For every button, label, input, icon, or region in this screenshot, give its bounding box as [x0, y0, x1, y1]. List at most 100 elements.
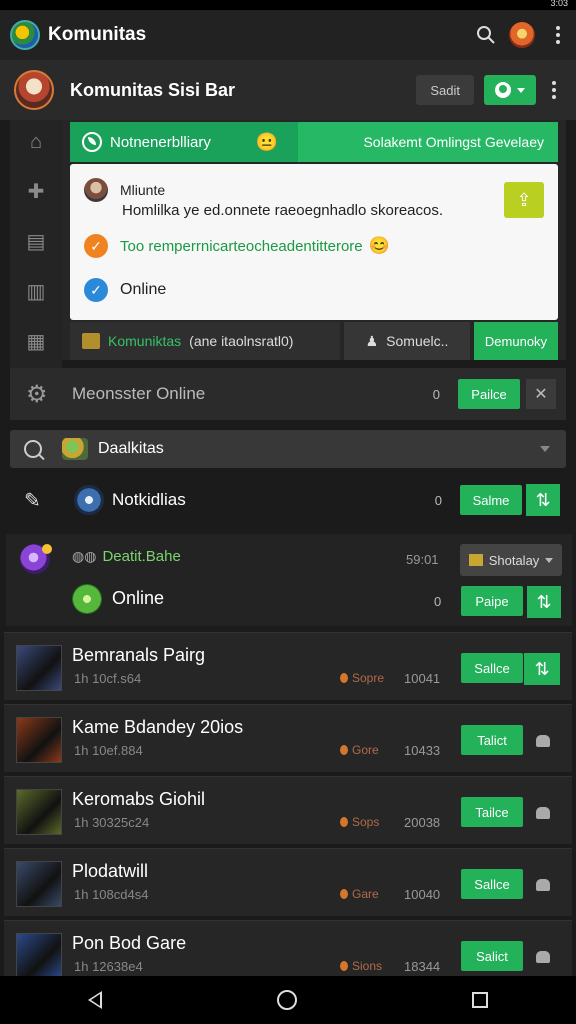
package-icon: [468, 554, 483, 566]
game-row[interactable]: Kame Bdandey 20ios 1h 10ef.884 Gore 1043…: [4, 704, 572, 772]
puzzle-icon[interactable]: ✚: [25, 182, 47, 202]
online-block-dropdown[interactable]: Shotalay: [460, 544, 562, 576]
community-avatar[interactable]: [14, 70, 54, 110]
search-icon[interactable]: [468, 17, 504, 53]
tag-dot-icon: [340, 673, 348, 683]
lock-icon[interactable]: [536, 735, 550, 747]
online-icon: [72, 584, 102, 614]
chat-icon[interactable]: ▦: [25, 332, 47, 352]
online-block-title-row: ◍◍ Deatit.Bahe: [72, 548, 181, 565]
app-title: Komunitas: [48, 24, 147, 45]
game-subtitle: 1h 12638e4: [74, 959, 143, 974]
card-title-row: Mliunte: [84, 178, 165, 202]
game-name: Bemranals Pairg: [72, 645, 206, 665]
home-button-icon[interactable]: [276, 990, 297, 1010]
game-row[interactable]: Bemranals Pairg 1h 10cf.s64 Sopre 10041 …: [4, 632, 572, 700]
game-tag: Sions: [340, 959, 382, 973]
tab-komunitas[interactable]: Komuniktas (ane itaolnsratl0): [70, 322, 340, 360]
game-row[interactable]: Keromabs Giohil 1h 30325c24 Sops 20038 T…: [4, 776, 572, 844]
recents-icon[interactable]: [472, 992, 489, 1008]
globe-dropdown-button[interactable]: [484, 75, 536, 105]
online-block-title: Deatit.Bahe: [102, 548, 181, 565]
add-button[interactable]: ⇅: [527, 586, 561, 618]
close-icon[interactable]: ✕: [526, 379, 556, 409]
community-header: Komunitas Sisi Bar Sadit: [0, 60, 576, 120]
online-actions: Paipe ⇅: [461, 586, 576, 618]
game-action-button[interactable]: Sallce: [461, 869, 523, 899]
back-icon[interactable]: [87, 991, 102, 1009]
app-logo-icon: [10, 20, 40, 50]
overflow-menu-icon[interactable]: [540, 17, 576, 53]
home-icon[interactable]: ⌂: [25, 132, 47, 152]
orange-check-icon: ✓: [84, 234, 108, 258]
add-button[interactable]: ⇅: [526, 484, 560, 516]
gamepad-icon: ◍◍: [72, 548, 97, 564]
game-thumbnail: [16, 717, 62, 763]
happy-emoji-icon: 😊: [368, 236, 390, 255]
banner[interactable]: Notnenerblliary 😐 Solakemt Omlingst Geve…: [70, 122, 558, 162]
settings-row: ⚙ Meonsster Online 0 Pailce ✕: [10, 368, 566, 420]
edit-icon[interactable]: ✎: [24, 488, 46, 513]
blue-check-icon: ✓: [84, 278, 108, 302]
game-tag-label: Sopre: [352, 671, 385, 685]
trophy-icon[interactable]: ▥: [25, 282, 47, 302]
game-tag: Sops: [340, 815, 379, 829]
game-subtitle: 1h 108cd4s4: [74, 887, 149, 902]
card-online-row[interactable]: ✓ Online: [84, 278, 166, 302]
add-button[interactable]: ⇅: [524, 653, 560, 685]
search-dropdown[interactable]: Daalkitas: [10, 430, 566, 468]
game-row[interactable]: Plodatwill 1h 108cd4s4 Gare 10040 Sallce: [4, 848, 572, 916]
game-action-button[interactable]: Talict: [461, 725, 523, 755]
online-block: ◍◍ Deatit.Bahe 59:01 Shotalay Online 0 P…: [6, 534, 572, 626]
game-list: Bemranals Pairg 1h 10cf.s64 Sopre 10041 …: [4, 632, 572, 992]
card-description-row: Homlilka ye ed.onnete raeoegnhadlo skore…: [122, 202, 443, 219]
chevron-down-icon: [545, 557, 554, 563]
card-green-row[interactable]: ✓ Too remperrnicarteocheadentitterore 😊: [84, 234, 390, 258]
online-action-button[interactable]: Paipe: [461, 586, 523, 616]
settings-action-button[interactable]: Pailce: [458, 379, 520, 409]
game-action-button[interactable]: Sallce: [461, 653, 523, 683]
game-thumbnail: [16, 645, 62, 691]
share-button[interactable]: ⇪: [504, 182, 544, 218]
game-action-button[interactable]: Tailce: [461, 797, 523, 827]
tab-somuelc-label: Somuelc..: [386, 333, 449, 349]
game-name: Plodatwill: [72, 861, 149, 881]
online-count: 0: [434, 594, 442, 609]
card-green-text: Too remperrnicarteocheadentitterore: [120, 237, 363, 255]
game-thumbnail: [16, 789, 62, 835]
lock-icon[interactable]: [536, 951, 550, 963]
settings-label: Meonsster Online: [72, 384, 206, 403]
game-action-button[interactable]: Salict: [461, 941, 523, 971]
notification-action-button[interactable]: Salme: [460, 485, 522, 515]
chevron-down-icon: [540, 446, 550, 452]
tab-somuelc[interactable]: ♟ Somuelc..: [344, 322, 470, 360]
game-number: 10433: [404, 743, 441, 758]
banner-left-text: Notnenerblliary: [110, 133, 211, 151]
game-name: Kame Bdandey 20ios: [72, 717, 244, 737]
game-subtitle: 1h 10cf.s64: [74, 671, 142, 686]
game-subtitle: 1h 10ef.884: [74, 743, 143, 758]
game-tag: Gare: [340, 887, 379, 901]
notification-row: ✎ Notkidlias 0 Salme ⇅: [0, 472, 576, 528]
game-tag-label: Gare: [352, 887, 379, 901]
banner-right-text: Solakemt Omlingst Gevelaey: [298, 122, 558, 162]
game-tag: Sopre: [340, 671, 384, 685]
tag-dot-icon: [340, 889, 348, 899]
tab-komunitas-label: Komuniktas: [108, 333, 182, 349]
android-nav-bar: [0, 976, 576, 1024]
tab-demunoky[interactable]: Demunoky: [474, 322, 558, 360]
notification-icon: [74, 485, 104, 515]
gear-icon: ⚙: [26, 380, 48, 408]
lock-icon[interactable]: [536, 807, 550, 819]
info-card: Mliunte Homlilka ye ed.onnete raeoegnhad…: [70, 164, 558, 320]
smile-emoji-icon: 😐: [255, 131, 278, 152]
cast-icon[interactable]: ▤: [25, 232, 47, 252]
chevron-down-icon: [517, 87, 525, 93]
header-overflow-icon[interactable]: [536, 72, 572, 108]
lock-icon[interactable]: [536, 879, 550, 891]
settings-count: 0: [432, 386, 440, 402]
profile-avatar[interactable]: [504, 17, 540, 53]
sadit-button[interactable]: Sadit: [416, 75, 474, 105]
user-avatar: [84, 178, 108, 202]
game-number: 10041: [404, 671, 441, 686]
